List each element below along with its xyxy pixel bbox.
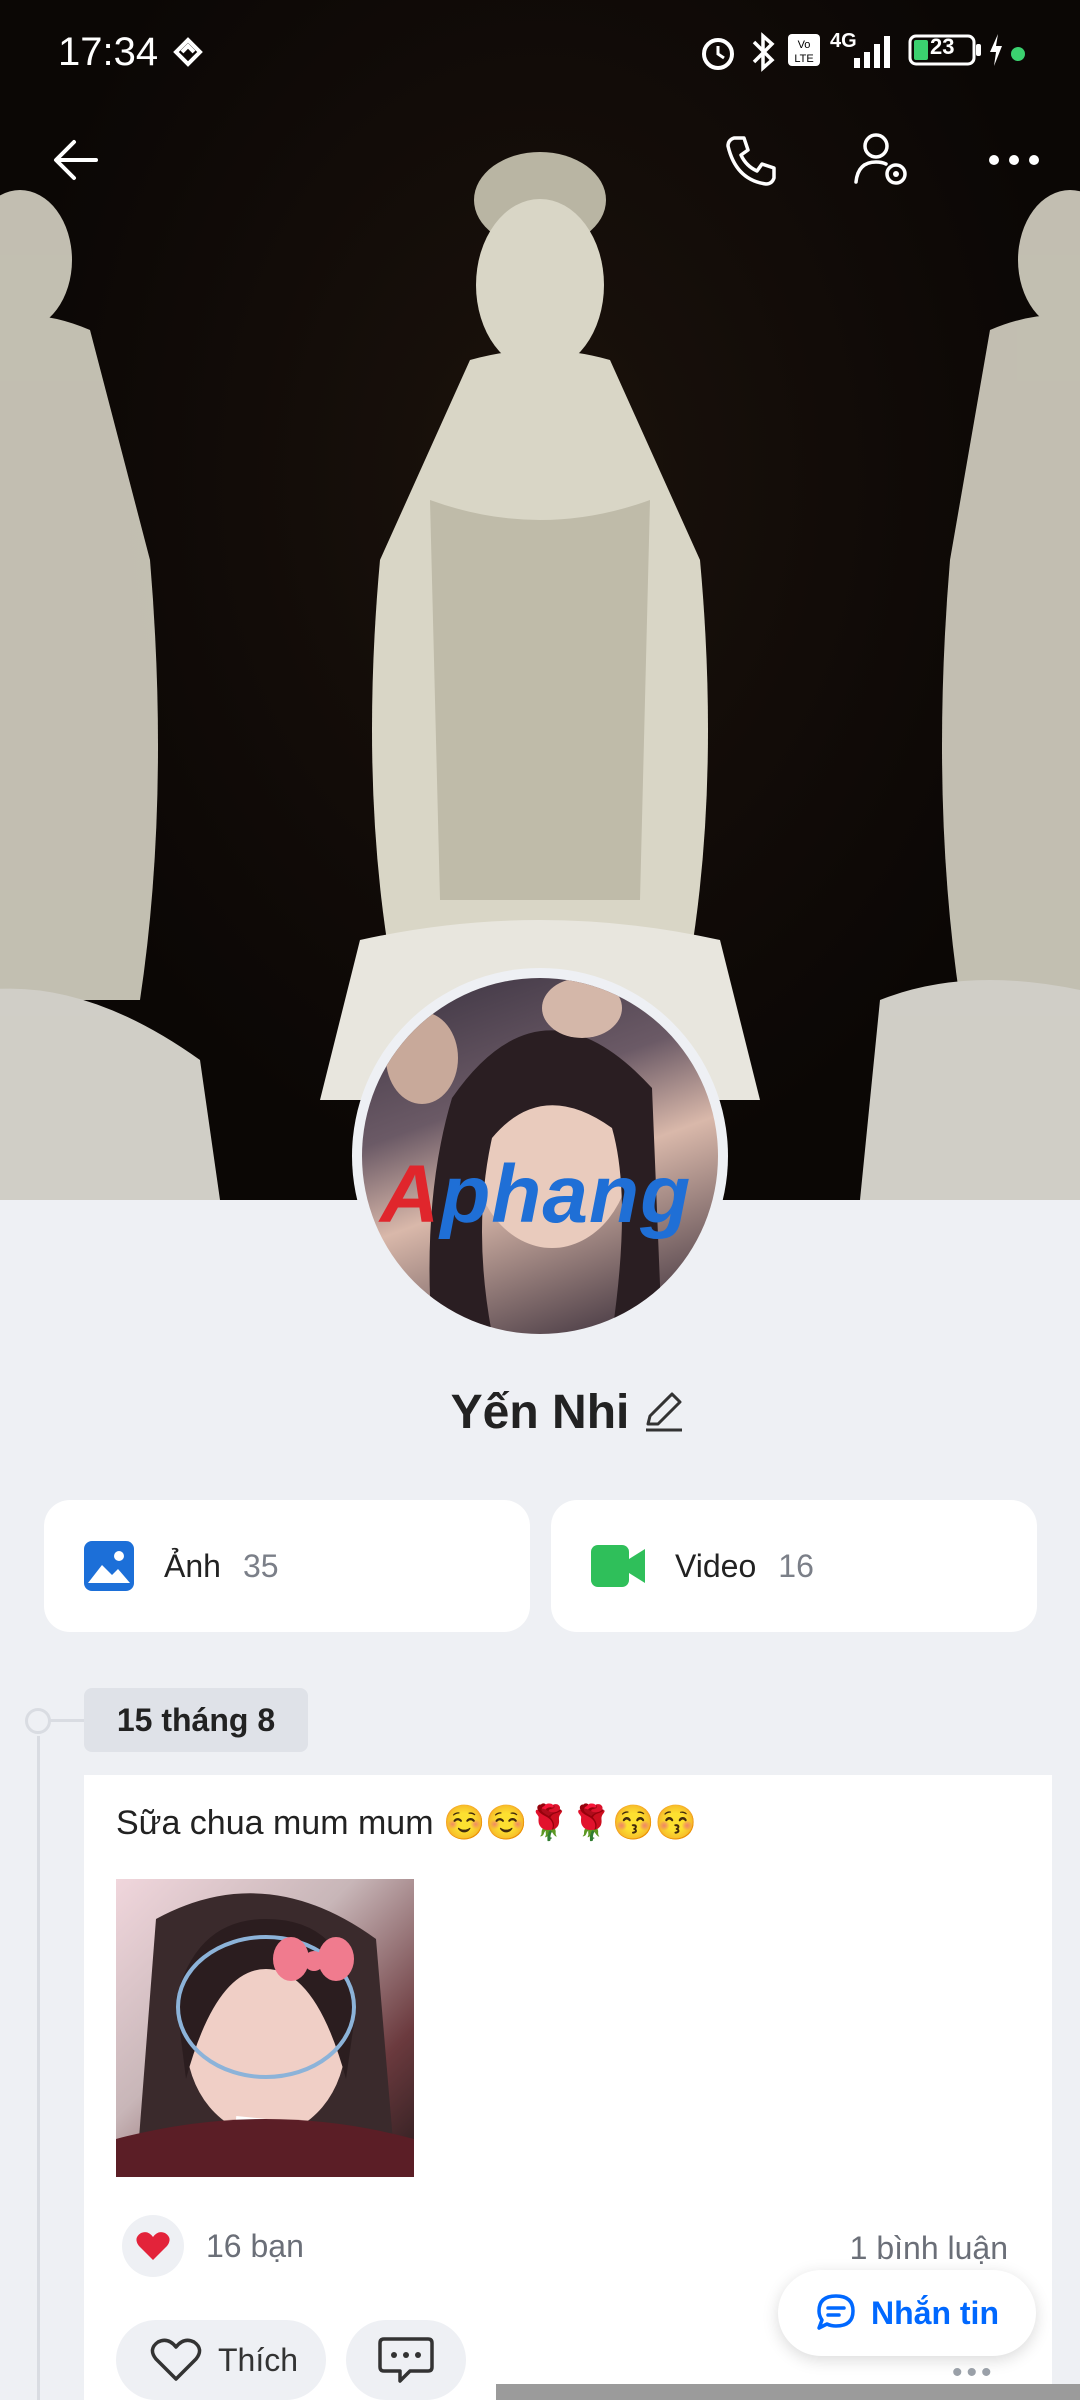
likes-count: 16 bạn bbox=[206, 2227, 304, 2264]
post-photo[interactable] bbox=[116, 1879, 414, 2177]
profile-name: Yến Nhi bbox=[450, 1386, 630, 1439]
comment-button[interactable] bbox=[346, 2320, 466, 2400]
heart-outline-icon bbox=[150, 2338, 202, 2381]
pencil-icon bbox=[646, 1392, 682, 1432]
svg-text:LTE: LTE bbox=[794, 53, 813, 65]
post-date: 15 tháng 8 bbox=[84, 1688, 308, 1752]
photos-label: Ảnh bbox=[164, 1547, 221, 1584]
status-bar: 17:34 Vo LTE 4G 23 bbox=[0, 0, 1080, 110]
avatar-image: Aphang bbox=[362, 978, 718, 1334]
back-button[interactable] bbox=[36, 120, 116, 200]
battery-level: 23 bbox=[930, 34, 955, 59]
videos-label: Video bbox=[675, 1547, 757, 1584]
timeline-line bbox=[37, 1736, 40, 2400]
call-button[interactable] bbox=[712, 120, 792, 200]
photo-icon bbox=[84, 1541, 134, 1591]
timeline-connector bbox=[50, 1719, 84, 1722]
heart-filled-icon bbox=[136, 2232, 170, 2260]
heart-reaction-badge bbox=[122, 2215, 184, 2277]
comments-count[interactable]: 1 bình luận bbox=[850, 2230, 1008, 2267]
chat-bubble-icon bbox=[817, 2294, 855, 2330]
charging-icon bbox=[986, 30, 1006, 75]
more-horizontal-icon bbox=[989, 155, 1039, 165]
video-camera-icon bbox=[591, 1545, 645, 1587]
edit-name-button[interactable] bbox=[642, 1390, 686, 1439]
volte-icon: Vo LTE bbox=[786, 30, 822, 75]
arrow-left-icon bbox=[54, 140, 98, 180]
message-button[interactable]: Nhắn tin bbox=[778, 2270, 1036, 2356]
videos-card[interactable]: Video 16 bbox=[551, 1500, 1037, 1632]
phone-icon bbox=[726, 136, 776, 186]
post-reactions[interactable]: 16 bạn bbox=[122, 2215, 304, 2277]
videos-count: 16 bbox=[778, 1547, 814, 1584]
more-button[interactable] bbox=[974, 120, 1054, 200]
status-time: 17:34 bbox=[58, 30, 159, 74]
bluetooth-icon bbox=[748, 30, 778, 79]
app-notification-icon bbox=[168, 30, 208, 75]
comment-icon bbox=[378, 2337, 434, 2383]
user-settings-icon bbox=[854, 133, 907, 185]
dot-indicator-icon bbox=[1010, 46, 1026, 67]
profile-settings-button[interactable] bbox=[842, 120, 922, 200]
alarm-icon bbox=[696, 30, 740, 79]
photos-card[interactable]: Ảnh 35 bbox=[44, 1500, 530, 1632]
avatar-watermark-logo: Aphang bbox=[380, 1149, 692, 1240]
post-text: Sữa chua mum mum ☺️☺️🌹🌹😚😚 bbox=[116, 1804, 697, 1842]
timeline-dot bbox=[25, 1708, 51, 1734]
svg-text:Vo: Vo bbox=[798, 39, 811, 51]
bottom-scroll-indicator bbox=[496, 2384, 1080, 2400]
post-photo-illustration bbox=[116, 1893, 414, 2177]
like-button[interactable]: Thích bbox=[116, 2320, 326, 2400]
message-label: Nhắn tin bbox=[871, 2294, 999, 2331]
photos-count: 35 bbox=[242, 1547, 279, 1584]
profile-avatar[interactable]: Aphang bbox=[352, 968, 728, 1344]
like-label: Thích bbox=[218, 2341, 299, 2378]
signal-icon bbox=[852, 30, 898, 75]
